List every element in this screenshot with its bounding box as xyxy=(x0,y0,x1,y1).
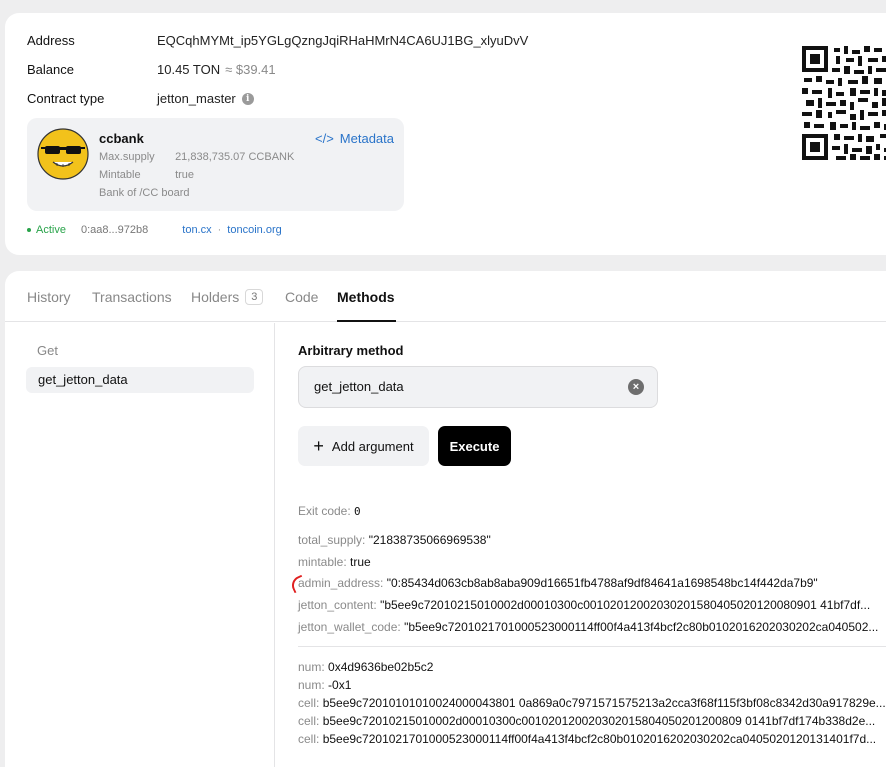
link-toncoin[interactable]: toncoin.org xyxy=(227,224,281,236)
status-active: Active xyxy=(36,224,66,236)
jetton-description: Bank of /CC board xyxy=(99,187,190,199)
code-hash[interactable]: 0:aa8...972b8 xyxy=(81,224,148,236)
address-label: Address xyxy=(27,33,75,48)
link-separator: · xyxy=(217,224,222,236)
result-field-key: admin_address: xyxy=(298,576,384,590)
raw-stack-item: num: 0x4d9636be02b5c2 xyxy=(298,660,433,674)
raw-stack-value[interactable]: -0x1 xyxy=(328,678,351,692)
result-field-key: total_supply: xyxy=(298,533,366,547)
active-tab-indicator xyxy=(337,320,396,322)
result-divider xyxy=(298,646,886,647)
status-dot-icon xyxy=(27,228,31,232)
contract-type-value: jetton_master xyxy=(157,91,236,106)
contract-type-label: Contract type xyxy=(27,91,105,106)
contract-type-row: Contract type jetton_master i xyxy=(27,91,254,106)
raw-stack-item: cell: b5ee9c7201021701000523000114ff00f4… xyxy=(298,732,876,746)
exit-code: Exit code: 0 xyxy=(298,504,361,518)
qr-code-icon[interactable] xyxy=(802,46,886,161)
result-field: mintable: true xyxy=(298,555,371,569)
result-field-key: mintable: xyxy=(298,555,347,569)
tab-transactions[interactable]: Transactions xyxy=(92,289,172,305)
method-input[interactable]: get_jetton_data × xyxy=(298,366,658,408)
method-input-value: get_jetton_data xyxy=(314,379,404,394)
result-field-value[interactable]: "21838735066969538" xyxy=(369,533,491,547)
holders-count-badge: 3 xyxy=(245,289,264,305)
balance-label: Balance xyxy=(27,62,74,77)
address-row: Address EQCqhMYMt_ip5YGLgQzngJqiRHaHMrN4… xyxy=(27,33,528,48)
sidebar-heading-get: Get xyxy=(37,343,58,358)
raw-stack-key: num: xyxy=(298,678,325,692)
jetton-avatar xyxy=(37,128,89,180)
result-field: jetton_wallet_code: "b5ee9c7201021701000… xyxy=(298,620,878,634)
raw-stack-key: cell: xyxy=(298,714,320,728)
max-supply-value: 21,838,735.07 CCBANK xyxy=(175,151,295,163)
tab-methods[interactable]: Methods xyxy=(337,289,395,305)
tab-history[interactable]: History xyxy=(27,289,71,305)
add-argument-button[interactable]: + Add argument xyxy=(298,426,429,466)
jetton-name: ccbank xyxy=(99,131,144,146)
tab-holders[interactable]: Holders 3 xyxy=(191,289,264,305)
metadata-label: Metadata xyxy=(339,131,394,146)
raw-stack-item: cell: b5ee9c72010101010024000043801 0a86… xyxy=(298,696,886,710)
jetton-max-supply: Max.supply 21,838,735.07 CCBANK xyxy=(99,151,294,163)
result-field-value[interactable]: "b5ee9c7201021701000523000114ff00f4a413f… xyxy=(404,620,878,634)
code-icon: </> xyxy=(315,131,334,146)
tab-bar: History Transactions Holders 3 Code Meth… xyxy=(5,271,886,322)
metadata-link[interactable]: </> Metadata xyxy=(315,131,394,146)
address-value[interactable]: EQCqhMYMt_ip5YGLgQzngJqiRHaHMrN4CA6UJ1BG… xyxy=(157,33,528,48)
link-tonviewer[interactable]: ton.cx xyxy=(182,224,211,236)
tab-holders-label: Holders xyxy=(191,289,240,305)
result-field-key: jetton_content: xyxy=(298,598,377,612)
result-field-key: jetton_wallet_code: xyxy=(298,620,401,634)
exit-code-value: 0 xyxy=(354,505,361,518)
result-field: jetton_content: "b5ee9c72010215010002d00… xyxy=(298,598,870,612)
account-details-card: History Transactions Holders 3 Code Meth… xyxy=(5,271,886,767)
raw-stack-key: cell: xyxy=(298,732,320,746)
jetton-summary: ccbank Max.supply 21,838,735.07 CCBANK M… xyxy=(27,118,404,211)
mintable-label: Mintable xyxy=(99,169,141,181)
add-argument-label: Add argument xyxy=(331,438,414,454)
raw-stack-value[interactable]: b5ee9c7201021701000523000114ff00f4a413f4… xyxy=(323,732,876,746)
balance-value: 10.45 TON xyxy=(157,62,221,77)
raw-stack-item: num: -0x1 xyxy=(298,678,351,692)
clear-icon[interactable]: × xyxy=(628,379,644,395)
methods-sidebar: Get get_jetton_data xyxy=(5,323,275,767)
raw-stack-value[interactable]: b5ee9c72010101010024000043801 0a869a0c79… xyxy=(323,696,886,710)
result-field-value[interactable]: true xyxy=(350,555,371,569)
tab-code[interactable]: Code xyxy=(285,289,318,305)
mintable-value: true xyxy=(175,169,195,181)
raw-stack-item: cell: b5ee9c72010215010002d00010300c0010… xyxy=(298,714,875,728)
arbitrary-method-label: Arbitrary method xyxy=(298,343,404,358)
plus-icon: + xyxy=(313,436,324,456)
raw-stack-key: num: xyxy=(298,660,325,674)
raw-stack-value[interactable]: 0x4d9636be02b5c2 xyxy=(328,660,433,674)
raw-stack-key: cell: xyxy=(298,696,320,710)
account-info-card: Address EQCqhMYMt_ip5YGLgQzngJqiRHaHMrN4… xyxy=(5,13,886,255)
balance-usd: ≈ $39.41 xyxy=(225,62,276,77)
sidebar-item-get-jetton-data[interactable]: get_jetton_data xyxy=(26,367,254,393)
exit-code-label: Exit code: xyxy=(298,504,351,518)
raw-stack-value[interactable]: b5ee9c72010215010002d00010300c0010201200… xyxy=(323,714,876,728)
result-field-value[interactable]: "0:85434d063cb8ab8aba909d16651fb4788af9d… xyxy=(387,576,818,590)
result-field: admin_address: "0:85434d063cb8ab8aba909d… xyxy=(298,576,818,590)
status-row: Active 0:aa8...972b8 ton.cx · toncoin.or… xyxy=(27,224,282,236)
info-icon[interactable]: i xyxy=(241,92,254,105)
result-field: total_supply: "21838735066969538" xyxy=(298,533,491,547)
jetton-mintable: Mintable true xyxy=(99,169,194,181)
result-field-value[interactable]: "b5ee9c72010215010002d00010300c001020120… xyxy=(380,598,870,612)
execute-button[interactable]: Execute xyxy=(438,426,511,466)
balance-row: Balance 10.45 TON ≈ $39.41 xyxy=(27,62,276,77)
max-supply-label: Max.supply xyxy=(99,151,155,163)
